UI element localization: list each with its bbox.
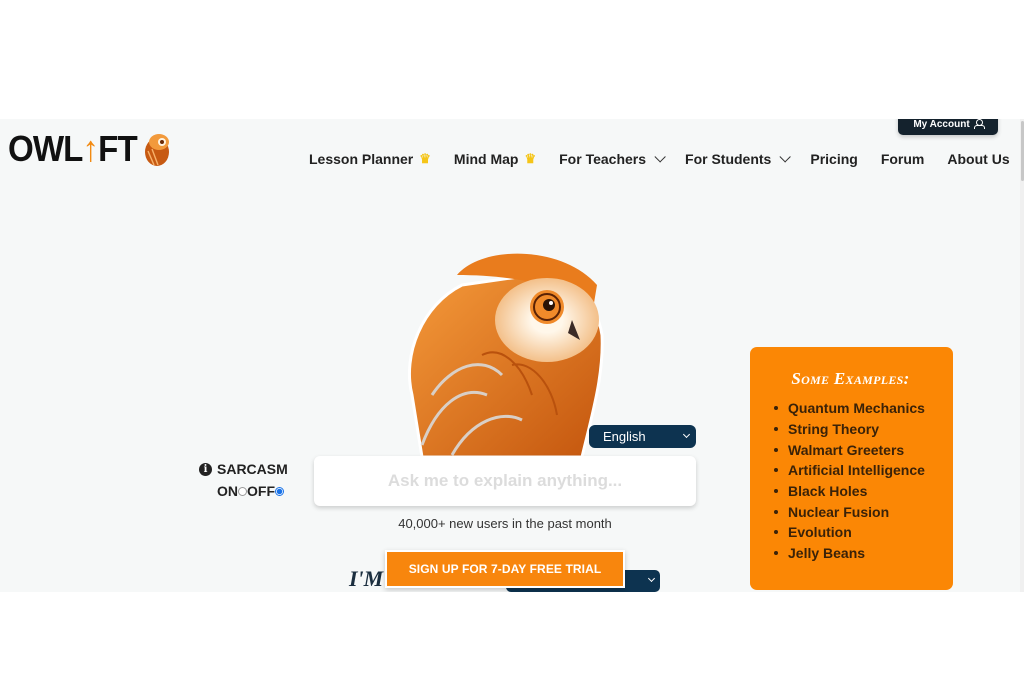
nav-label: Mind Map <box>453 151 519 167</box>
nav-mind-map[interactable]: Mind Map ♛ <box>454 151 536 167</box>
example-item: Evolution <box>774 522 953 543</box>
example-item: Quantum Mechanics <box>774 398 953 419</box>
im-label: I'M <box>349 566 384 591</box>
chevron-down-icon <box>779 151 792 163</box>
nav-label: For Students <box>685 151 772 167</box>
chevron-down-icon <box>654 151 666 163</box>
my-account-label: My Account <box>913 119 970 130</box>
user-icon <box>973 119 985 129</box>
sarcasm-toggle: i SARCASM ON OFF <box>199 461 288 499</box>
example-item: Artificial Intelligence <box>774 460 953 481</box>
logo-text: OWL↑FT <box>8 128 138 169</box>
sarcasm-on-radio[interactable] <box>238 486 247 496</box>
language-select[interactable]: English <box>589 425 696 448</box>
owl-mascot-image <box>407 253 604 457</box>
language-selected: English <box>603 429 646 444</box>
main-nav: Lesson Planner ♛ Mind Map ♛ For Teachers… <box>309 151 1024 167</box>
crown-icon: ♛ <box>524 151 537 166</box>
info-icon[interactable]: i <box>199 462 212 476</box>
example-item: String Theory <box>774 419 953 440</box>
chevron-down-icon <box>647 574 656 583</box>
sarcasm-on-label: ON <box>217 483 238 499</box>
nav-label: For Teachers <box>559 151 647 167</box>
examples-list: Quantum Mechanics String Theory Walmart … <box>750 398 953 564</box>
page-viewport: OWL↑FT My Account Lesson Planner ♛ Mind … <box>0 119 1024 592</box>
example-item: Walmart Greeters <box>774 439 953 460</box>
nav-about-us[interactable]: About Us <box>947 151 1009 167</box>
examples-title: Some Examples: <box>791 369 910 388</box>
examples-panel: Some Examples: Quantum Mechanics String … <box>750 347 953 590</box>
page-scrollbar[interactable] <box>1020 119 1024 592</box>
chevron-down-icon <box>682 430 691 439</box>
sarcasm-off-radio[interactable] <box>275 486 284 496</box>
my-account-button[interactable]: My Account <box>898 119 998 135</box>
nav-label: Pricing <box>810 151 858 167</box>
example-item: Jelly Beans <box>774 543 953 564</box>
example-item: Black Holes <box>774 481 953 502</box>
ask-input[interactable] <box>314 456 696 506</box>
site-logo[interactable]: OWL↑FT <box>8 131 172 167</box>
new-users-count: 40,000+ new users in the past month <box>398 516 612 531</box>
sarcasm-off-label: OFF <box>247 483 275 499</box>
nav-for-students[interactable]: For Students <box>685 151 792 167</box>
nav-pricing[interactable]: Pricing <box>810 151 857 167</box>
nav-for-teachers[interactable]: For Teachers <box>559 151 666 167</box>
nav-label: Lesson Planner <box>309 151 414 167</box>
signup-free-trial-button[interactable]: SIGN UP FOR 7-DAY FREE TRIAL <box>385 550 625 588</box>
nav-label: Forum <box>880 151 925 167</box>
example-item: Nuclear Fusion <box>774 501 953 522</box>
sarcasm-label: SARCASM <box>217 461 288 477</box>
nav-forum[interactable]: Forum <box>881 151 925 167</box>
nav-lesson-planner[interactable]: Lesson Planner ♛ <box>309 151 431 167</box>
owl-logo-icon <box>144 134 169 166</box>
crown-icon: ♛ <box>419 151 431 166</box>
nav-label: About Us <box>947 151 1010 167</box>
